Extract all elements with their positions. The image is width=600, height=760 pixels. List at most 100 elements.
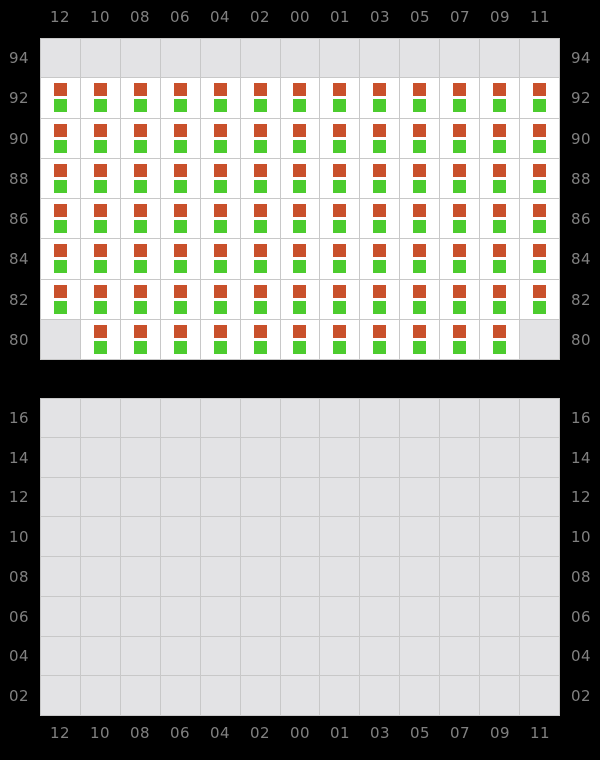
grid-cell-empty[interactable] [520,557,559,596]
grid-cell-filled[interactable] [120,78,160,118]
grid-cell-empty[interactable] [520,477,559,517]
bottom-grid[interactable] [40,398,560,716]
grid-cell-empty[interactable] [120,596,160,636]
grid-cell-filled[interactable] [80,118,120,158]
grid-cell-filled[interactable] [80,319,120,359]
grid-cell-empty[interactable] [120,399,160,437]
grid-cell-filled[interactable] [520,158,559,198]
grid-cell-empty[interactable] [400,517,440,556]
grid-cell-empty[interactable] [240,437,280,477]
grid-cell-empty[interactable] [480,437,520,477]
grid-cell-empty[interactable] [80,437,120,477]
grid-cell-filled[interactable] [360,118,400,158]
grid-cell-filled[interactable] [200,319,240,359]
grid-cell-empty[interactable] [41,437,80,477]
grid-cell-empty[interactable] [480,596,520,636]
grid-cell-filled[interactable] [240,239,280,279]
grid-cell-empty[interactable] [400,676,440,715]
grid-cell-filled[interactable] [480,199,520,239]
grid-cell-filled[interactable] [320,199,360,239]
grid-cell-filled[interactable] [160,78,200,118]
grid-cell-filled[interactable] [480,158,520,198]
grid-cell-empty[interactable] [200,596,240,636]
grid-cell-empty[interactable] [120,557,160,596]
grid-cell-empty[interactable] [520,596,559,636]
grid-cell-filled[interactable] [440,279,480,319]
grid-cell-filled[interactable] [320,239,360,279]
grid-cell-filled[interactable] [200,239,240,279]
grid-cell-empty[interactable] [240,557,280,596]
grid-cell-empty[interactable] [41,636,80,676]
grid-cell-filled[interactable] [41,239,80,279]
grid-cell-empty[interactable] [240,399,280,437]
grid-cell-empty[interactable] [400,636,440,676]
grid-cell-empty[interactable] [320,557,360,596]
grid-cell-filled[interactable] [240,118,280,158]
grid-cell-filled[interactable] [320,319,360,359]
grid-cell-filled[interactable] [480,78,520,118]
grid-cell-filled[interactable] [400,279,440,319]
grid-cell-filled[interactable] [400,199,440,239]
grid-cell-empty[interactable] [280,517,320,556]
grid-cell-empty[interactable] [200,636,240,676]
grid-cell-filled[interactable] [320,118,360,158]
grid-cell-empty[interactable] [240,517,280,556]
grid-cell-empty[interactable] [200,557,240,596]
grid-cell-filled[interactable] [240,319,280,359]
grid-cell-filled[interactable] [240,199,280,239]
grid-cell-empty[interactable] [480,517,520,556]
grid-cell-filled[interactable] [360,199,400,239]
grid-cell-empty[interactable] [200,399,240,437]
grid-cell-empty[interactable] [440,517,480,556]
grid-cell-empty[interactable] [320,636,360,676]
grid-cell-empty[interactable] [480,636,520,676]
grid-cell-empty[interactable] [80,399,120,437]
grid-cell-empty[interactable] [520,399,559,437]
grid-cell-empty[interactable] [400,596,440,636]
grid-cell-empty[interactable] [80,636,120,676]
grid-cell-empty[interactable] [80,39,120,78]
grid-cell-empty[interactable] [80,596,120,636]
grid-cell-filled[interactable] [80,158,120,198]
grid-cell-filled[interactable] [520,239,559,279]
grid-cell-filled[interactable] [200,118,240,158]
grid-cell-filled[interactable] [480,118,520,158]
grid-cell-filled[interactable] [280,239,320,279]
grid-cell-filled[interactable] [440,239,480,279]
grid-cell-empty[interactable] [520,437,559,477]
grid-cell-filled[interactable] [280,319,320,359]
grid-cell-empty[interactable] [440,636,480,676]
grid-cell-filled[interactable] [400,78,440,118]
grid-cell-filled[interactable] [440,118,480,158]
grid-cell-empty[interactable] [280,477,320,517]
grid-cell-empty[interactable] [120,676,160,715]
grid-cell-empty[interactable] [120,39,160,78]
grid-cell-filled[interactable] [480,239,520,279]
grid-cell-empty[interactable] [520,676,559,715]
grid-cell-empty[interactable] [41,399,80,437]
grid-cell-empty[interactable] [200,437,240,477]
grid-cell-filled[interactable] [160,199,200,239]
grid-cell-empty[interactable] [400,399,440,437]
grid-cell-empty[interactable] [240,676,280,715]
grid-cell-filled[interactable] [80,199,120,239]
grid-cell-empty[interactable] [80,517,120,556]
grid-cell-filled[interactable] [200,78,240,118]
grid-cell-empty[interactable] [520,636,559,676]
grid-cell-empty[interactable] [41,517,80,556]
grid-cell-empty[interactable] [480,399,520,437]
grid-cell-filled[interactable] [360,319,400,359]
grid-cell-filled[interactable] [41,78,80,118]
grid-cell-empty[interactable] [160,636,200,676]
grid-cell-filled[interactable] [520,78,559,118]
grid-cell-filled[interactable] [80,239,120,279]
grid-cell-filled[interactable] [440,199,480,239]
grid-cell-empty[interactable] [440,676,480,715]
grid-cell-filled[interactable] [160,158,200,198]
grid-cell-filled[interactable] [41,279,80,319]
grid-cell-filled[interactable] [120,199,160,239]
grid-cell-empty[interactable] [360,39,400,78]
grid-cell-filled[interactable] [80,279,120,319]
grid-cell-empty[interactable] [480,676,520,715]
grid-cell-empty[interactable] [41,557,80,596]
